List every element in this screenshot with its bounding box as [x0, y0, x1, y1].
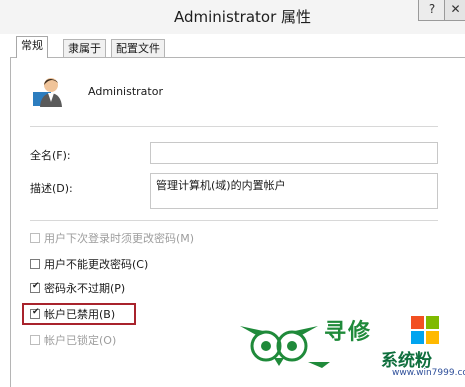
description-field[interactable]: 管理计算机(域)的内置帐户	[150, 173, 438, 209]
windows-logo-icon	[411, 316, 439, 344]
tab-general[interactable]: 常规	[16, 36, 48, 58]
checkbox[interactable]	[30, 259, 40, 269]
help-icon: ?	[428, 2, 436, 16]
option-password-never-expires[interactable]: ✔ 密码永不过期(P)	[30, 281, 125, 295]
option-cannot-change-password[interactable]: 用户不能更改密码(C)	[30, 257, 148, 271]
help-button[interactable]: ?	[418, 0, 446, 21]
fullname-label: 全名(F):	[30, 149, 71, 162]
tab-profile[interactable]: 配置文件	[111, 39, 165, 57]
option-must-change-password[interactable]: 用户下次登录时须更改密码(M)	[30, 231, 194, 245]
check-icon: ✔	[32, 281, 40, 291]
divider	[30, 126, 438, 127]
owl-logo-icon	[240, 326, 330, 368]
user-avatar-icon	[33, 78, 62, 107]
window-title: Administrator 属性	[173, 8, 312, 26]
title-bar: Administrator 属性 ? ✕	[0, 0, 465, 34]
close-button[interactable]: ✕	[444, 0, 465, 21]
checkbox[interactable]	[30, 335, 40, 345]
checkbox[interactable]: ✔	[30, 281, 40, 293]
user-name: Administrator	[88, 85, 163, 98]
option-label: 帐户已锁定(O)	[44, 334, 117, 347]
option-label: 用户不能更改密码(C)	[44, 258, 149, 271]
divider	[30, 220, 438, 221]
watermark-brand: 寻修	[324, 320, 373, 345]
highlight-box	[22, 303, 136, 325]
option-account-locked[interactable]: 帐户已锁定(O)	[30, 333, 116, 347]
fullname-field[interactable]	[150, 142, 438, 164]
option-label: 密码永不过期(P)	[44, 282, 126, 295]
tab-member-of[interactable]: 隶属于	[63, 39, 106, 57]
checkbox[interactable]	[30, 233, 40, 243]
option-label: 用户下次登录时须更改密码(M)	[44, 232, 195, 245]
tab-strip: 常规 隶属于 配置文件	[0, 36, 465, 58]
watermark-url: www.win7999.com	[392, 368, 465, 378]
description-label: 描述(D):	[30, 182, 73, 195]
close-icon: ✕	[450, 2, 461, 16]
